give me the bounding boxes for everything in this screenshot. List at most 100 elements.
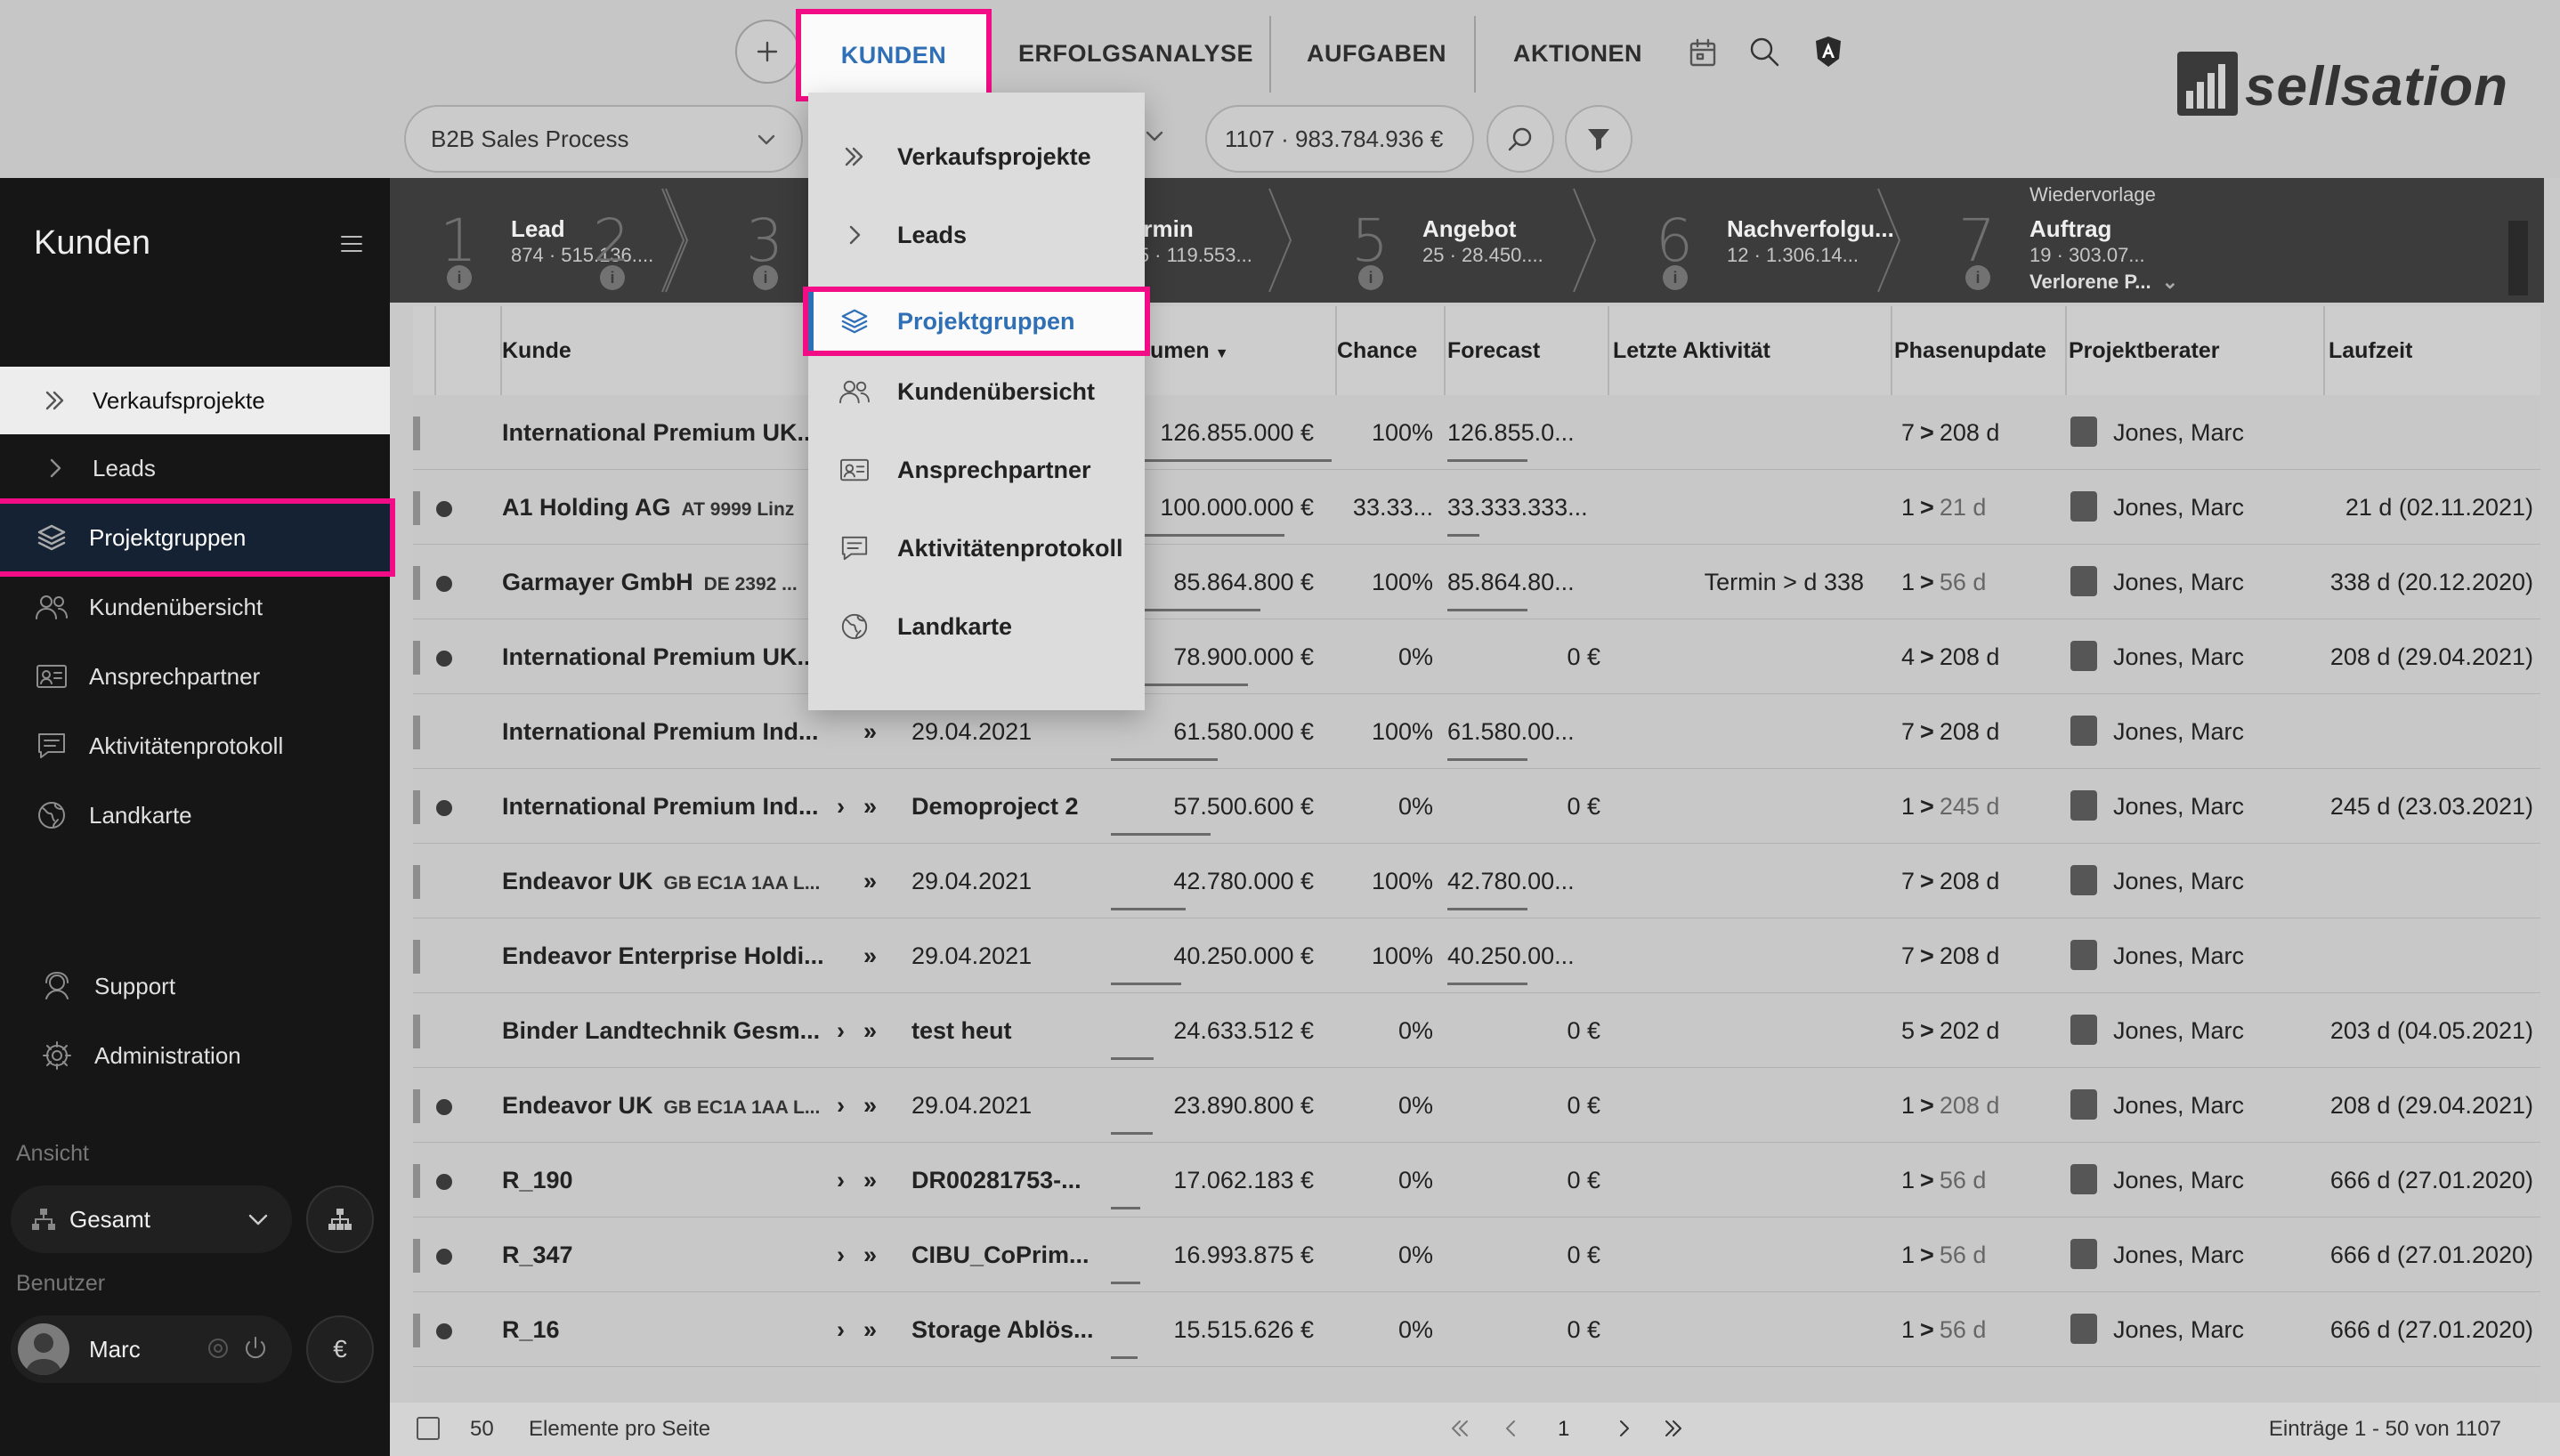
- expand-icon[interactable]: ›: [837, 1217, 855, 1292]
- customer-cell[interactable]: International Premium Ind...: [502, 694, 840, 769]
- expand-icon[interactable]: ›: [837, 769, 855, 844]
- project-name[interactable]: 29.04.2021: [911, 918, 1132, 993]
- nav-aktionen[interactable]: AKTIONEN: [1513, 27, 1642, 80]
- table-row[interactable]: International Premium UK...»126.855.000 …: [413, 395, 2540, 470]
- open-project-icon[interactable]: »: [863, 993, 892, 1068]
- project-advisor[interactable]: Jones, Marc: [2070, 395, 2293, 470]
- project-name[interactable]: CIBU_CoPrim...: [911, 1217, 1132, 1292]
- table-row[interactable]: Binder Landtechnik Gesm... ›» test heut 24.…: [413, 993, 2540, 1068]
- project-name[interactable]: Storage Ablös...: [911, 1292, 1132, 1367]
- sidebar-item-leads[interactable]: Leads: [0, 434, 390, 502]
- open-project-icon[interactable]: »: [863, 918, 892, 993]
- project-advisor[interactable]: Jones, Marc: [2070, 918, 2293, 993]
- sidebar-item-kundenuebersicht[interactable]: Kundenübersicht: [0, 573, 390, 641]
- open-project-icon[interactable]: »: [863, 1068, 892, 1143]
- sidebar-item-support[interactable]: Support: [0, 952, 390, 1020]
- menu-item-aktivitaetenprotokoll[interactable]: Aktivitätenprotokoll: [808, 509, 1145, 587]
- phase-step[interactable]: 6 Nachverfolgu... 12 · 1.306.14... i: [1606, 178, 1908, 303]
- info-icon[interactable]: i: [1965, 265, 1990, 290]
- process-select[interactable]: B2B Sales Process: [404, 105, 803, 173]
- customer-cell[interactable]: R_347: [502, 1217, 840, 1292]
- expand-icon[interactable]: ›: [837, 993, 855, 1068]
- add-button[interactable]: [735, 20, 799, 84]
- project-advisor[interactable]: Jones, Marc: [2070, 1068, 2293, 1143]
- sidebar-item-aktivitaetenprotokoll[interactable]: Aktivitätenprotokoll: [0, 712, 390, 780]
- customer-cell[interactable]: Endeavor Enterprise Holdi...: [502, 918, 840, 993]
- select-all-checkbox[interactable]: [417, 1417, 440, 1440]
- table-row[interactable]: A1 Holding AGAT 9999 Linz»100.000.000 €3…: [413, 470, 2540, 545]
- table-row[interactable]: Endeavor UK GB EC1A 1AA L...» 29.04.2021 42…: [413, 844, 2540, 918]
- user-panel[interactable]: Marc: [11, 1315, 292, 1383]
- project-advisor[interactable]: Jones, Marc: [2070, 545, 2293, 619]
- project-name[interactable]: test heut: [911, 993, 1132, 1068]
- column-header-letzte-aktivitaet[interactable]: Letzte Aktivität: [1613, 306, 1770, 395]
- customer-cell[interactable]: International Premium Ind...: [502, 769, 840, 844]
- nav-kunden[interactable]: KUNDEN: [801, 14, 986, 96]
- table-row[interactable]: R_16 ›» Storage Ablös... 15.515.626 € 0% 0 € 1…: [413, 1292, 2540, 1367]
- org-chart-button[interactable]: [306, 1185, 374, 1253]
- open-project-icon[interactable]: »: [863, 844, 892, 918]
- expand-icon[interactable]: ›: [837, 1143, 855, 1217]
- chevron-down-icon[interactable]: [1143, 125, 1166, 148]
- hamburger-icon[interactable]: [340, 233, 363, 255]
- menu-item-landkarte[interactable]: Landkarte: [808, 587, 1145, 666]
- customer-cell[interactable]: Garmayer GmbH DE 2392 ...: [502, 545, 840, 619]
- customer-cell[interactable]: International Premium UK...: [502, 395, 840, 470]
- column-header-volumen[interactable]: umen ▼: [1150, 306, 1229, 395]
- customer-cell[interactable]: Endeavor UK GB EC1A 1AA L...: [502, 1068, 840, 1143]
- project-name[interactable]: Demoproject 2: [911, 769, 1132, 844]
- column-header-kunde[interactable]: Kunde: [502, 306, 571, 395]
- phase-scrollbar[interactable]: [2508, 221, 2528, 295]
- project-name[interactable]: DR00281753-...: [911, 1143, 1132, 1217]
- customer-cell[interactable]: A1 Holding AG AT 9999 Linz: [502, 470, 840, 545]
- project-advisor[interactable]: Jones, Marc: [2070, 619, 2293, 694]
- sidebar-item-verkaufsprojekte[interactable]: Verkaufsprojekte: [0, 367, 390, 434]
- info-icon[interactable]: i: [753, 265, 778, 290]
- expand-icon[interactable]: ›: [837, 1292, 855, 1367]
- open-project-icon[interactable]: »: [863, 1143, 892, 1217]
- open-project-icon[interactable]: »: [863, 769, 892, 844]
- info-icon[interactable]: i: [1663, 265, 1688, 290]
- customer-cell[interactable]: International Premium UK...: [502, 619, 840, 694]
- open-project-icon[interactable]: »: [863, 1217, 892, 1292]
- project-advisor[interactable]: Jones, Marc: [2070, 993, 2293, 1068]
- customer-cell[interactable]: R_190: [502, 1143, 840, 1217]
- menu-item-kundenuebersicht[interactable]: Kundenübersicht: [808, 352, 1145, 431]
- sidebar-item-projektgruppen[interactable]: Projektgruppen: [0, 504, 390, 571]
- table-row[interactable]: International Premium Ind... ›» Demoprojec…: [413, 769, 2540, 844]
- first-page-icon[interactable]: [1446, 1415, 1472, 1442]
- column-header-chance[interactable]: Chance: [1337, 306, 1417, 395]
- search-button[interactable]: [1487, 105, 1554, 173]
- info-icon[interactable]: i: [1358, 265, 1383, 290]
- info-icon[interactable]: i: [600, 265, 625, 290]
- info-icon[interactable]: i: [447, 265, 472, 290]
- customer-cell[interactable]: Endeavor UK GB EC1A 1AA L...: [502, 844, 840, 918]
- customer-cell[interactable]: Binder Landtechnik Gesm...: [502, 993, 840, 1068]
- angular-shield-icon[interactable]: [1812, 34, 1844, 69]
- column-header-laufzeit[interactable]: Laufzeit: [2329, 306, 2412, 395]
- menu-item-projektgruppen[interactable]: Projektgruppen: [808, 292, 1145, 351]
- project-advisor[interactable]: Jones, Marc: [2070, 470, 2293, 545]
- column-header-phasenupdate[interactable]: Phasenupdate: [1894, 306, 2046, 395]
- settings-icon[interactable]: [205, 1335, 231, 1362]
- table-row[interactable]: International Premium Ind...» 29.04.2021 6…: [413, 694, 2540, 769]
- per-page-select[interactable]: 50: [470, 1417, 494, 1442]
- calendar-icon[interactable]: [1686, 36, 1720, 69]
- power-icon[interactable]: [242, 1335, 269, 1362]
- project-advisor[interactable]: Jones, Marc: [2070, 694, 2293, 769]
- menu-item-leads[interactable]: Leads: [808, 196, 1145, 274]
- table-row[interactable]: International Premium UK...»78.900.000 €…: [413, 619, 2540, 694]
- previous-page-icon[interactable]: [1497, 1415, 1524, 1442]
- table-row[interactable]: R_190 ›» DR00281753-... 17.062.183 € 0% 0 € 1 >…: [413, 1143, 2540, 1217]
- search-icon[interactable]: [1746, 34, 1782, 69]
- project-advisor[interactable]: Jones, Marc: [2070, 1143, 2293, 1217]
- project-advisor[interactable]: Jones, Marc: [2070, 769, 2293, 844]
- nav-erfolgsanalyse[interactable]: ERFOLGSANALYSE: [1018, 27, 1253, 80]
- open-project-icon[interactable]: »: [863, 1292, 892, 1367]
- next-page-icon[interactable]: [1611, 1415, 1638, 1442]
- project-name[interactable]: 29.04.2021: [911, 1068, 1132, 1143]
- project-advisor[interactable]: Jones, Marc: [2070, 1217, 2293, 1292]
- phase-step[interactable]: 5 Angebot 25 · 28.450.... i: [1301, 178, 1604, 303]
- project-advisor[interactable]: Jones, Marc: [2070, 1292, 2293, 1367]
- menu-item-verkaufsprojekte[interactable]: Verkaufsprojekte: [808, 117, 1145, 196]
